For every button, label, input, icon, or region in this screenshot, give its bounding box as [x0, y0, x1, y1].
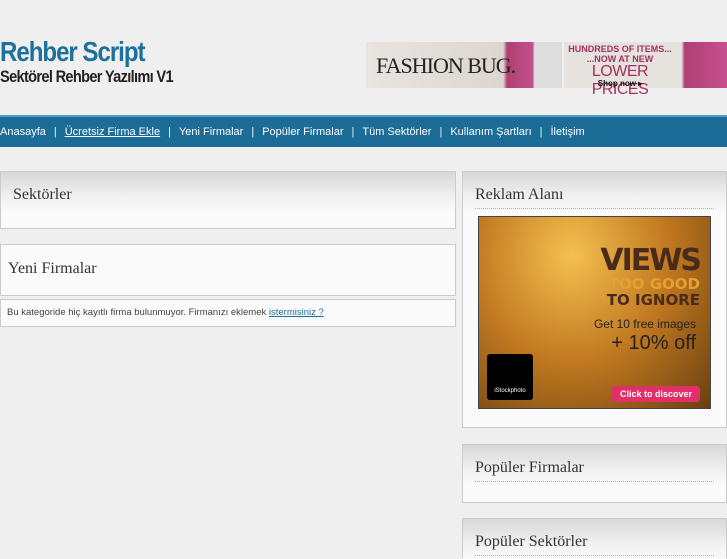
sidebar-ad-image[interactable]: VIEWS TOO GOOD TO IGNORE Get 10 free ima… — [478, 216, 711, 409]
ad-views: VIEWS — [600, 243, 702, 278]
ad-area-box: Reklam Alanı VIEWS TOO GOOD TO IGNORE Ge… — [462, 171, 727, 428]
nav-home[interactable]: Anasayfa — [0, 126, 46, 138]
nav-contact[interactable]: İletişim — [550, 126, 584, 138]
sectors-box: Sektörler — [0, 171, 456, 229]
ad-cta-button[interactable]: Click to discover — [611, 386, 700, 402]
nav-separator: | — [53, 126, 57, 138]
nav-separator: | — [168, 126, 171, 138]
site-logo[interactable]: Rehber Script Sektörel Rehber Yazılımı V… — [0, 36, 201, 87]
banner-brand: FASHION BUG. — [376, 53, 516, 78]
popular-sectors-title: Popüler Sektörler — [475, 519, 714, 556]
ad-to-ignore: TO IGNORE — [606, 291, 700, 309]
empty-text: Bu kategoride hiç kayıtlı firma bulunmuy… — [7, 307, 269, 318]
nav-separator: | — [351, 126, 355, 138]
istockphoto-logo: iStockphoto — [487, 354, 533, 400]
banner-line1: HUNDREDS OF ITEMS... — [568, 44, 672, 54]
site-subtitle: Sektörel Rehber Yazılımı V1 — [0, 67, 174, 86]
nav-separator: | — [251, 126, 255, 138]
nav-new-firms[interactable]: Yeni Firmalar — [179, 126, 243, 138]
new-firms-box: Yeni Firmalar — [0, 244, 456, 296]
add-firm-link[interactable]: istermisiniz ? — [269, 307, 324, 318]
nav-popular-firms[interactable]: Popüler Firmalar — [262, 126, 343, 138]
popular-sectors-box: Popüler Sektörler — [462, 518, 727, 559]
main-nav: Anasayfa | Ücretsiz Firma Ekle | Yeni Firm… — [0, 115, 727, 147]
ad-offer2: + 10% off — [611, 332, 696, 354]
sectors-title: Sektörler — [13, 186, 72, 203]
nav-separator: | — [539, 126, 543, 138]
nav-separator: | — [439, 126, 443, 138]
popular-firms-title: Popüler Firmalar — [475, 445, 714, 482]
ad-area-title: Reklam Alanı — [475, 172, 714, 209]
new-firms-title: Yeni Firmalar — [8, 260, 97, 277]
header-ad-banner[interactable]: FASHION BUG. HUNDREDS OF ITEMS... ...NOW … — [366, 42, 727, 98]
empty-message: Bu kategoride hiç kayıtlı firma bulunmuy… — [0, 299, 456, 327]
ad-offer1: Get 10 free images — [593, 317, 696, 331]
nav-terms[interactable]: Kullanım Şartları — [450, 126, 531, 138]
site-title: Rehber Script — [0, 36, 146, 67]
popular-firms-box: Popüler Firmalar — [462, 444, 727, 503]
nav-add-firm[interactable]: Ücretsiz Firma Ekle — [65, 126, 160, 138]
nav-all-sectors[interactable]: Tüm Sektörler — [362, 126, 431, 138]
banner-cta: Shop now ▸ — [597, 79, 643, 88]
